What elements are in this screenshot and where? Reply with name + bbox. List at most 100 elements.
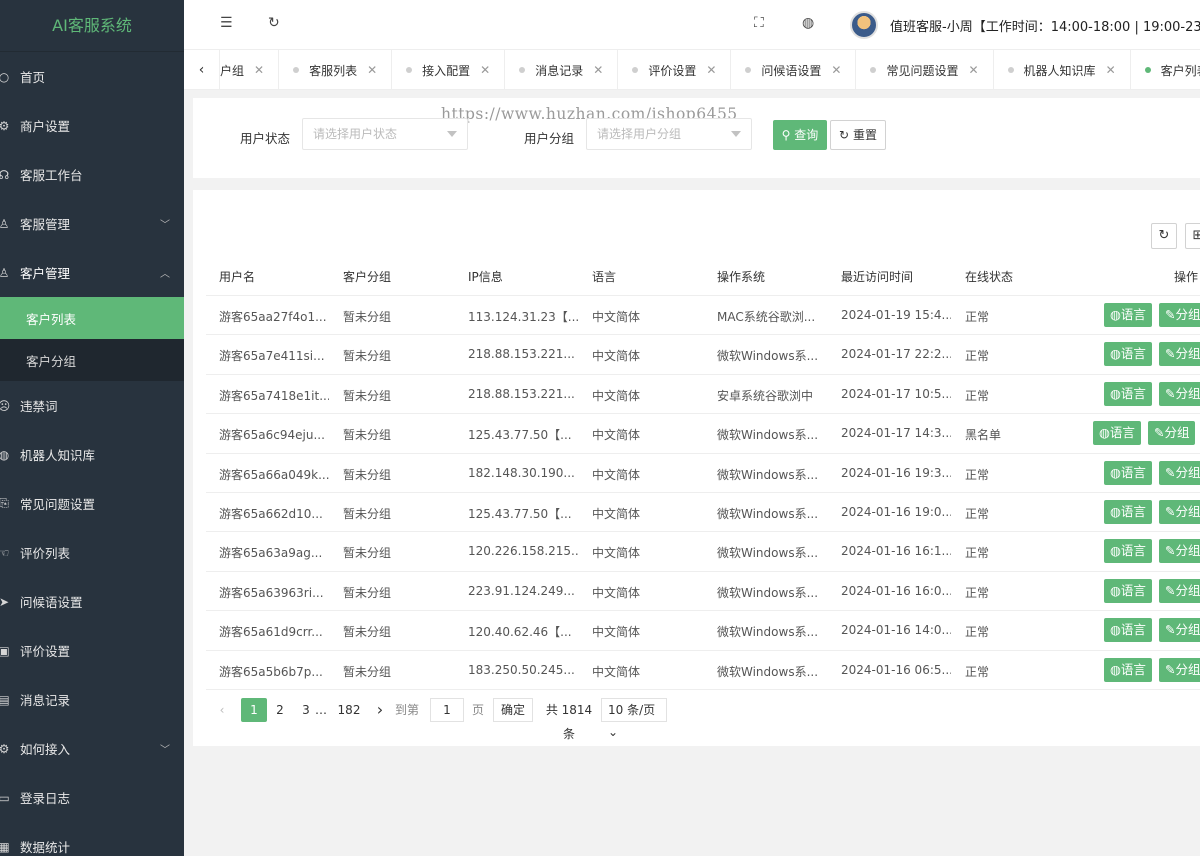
table-row[interactable]: 游客65a63a9ag... 暂未分组 120.226.158.215... 中文简体…: [206, 532, 1200, 572]
close-icon[interactable]: ✕: [367, 63, 377, 77]
group-button[interactable]: ✎分组: [1159, 342, 1200, 367]
group-button[interactable]: ✎分组: [1159, 500, 1200, 524]
sidebar-item-1[interactable]: ⚙ 商户设置: [0, 101, 184, 150]
pager-page-3[interactable]: 3: [298, 698, 314, 722]
table-row[interactable]: 游客65a662d10... 暂未分组 125.43.77.50【... 中文简体 微软…: [206, 493, 1200, 533]
sidebar-item-0[interactable]: ○ 首页: [0, 52, 184, 101]
pager-goto-input[interactable]: 1: [430, 698, 464, 722]
sidebar-item-17[interactable]: ⚙ 如何接入 ﹀: [0, 724, 184, 773]
pager-page-2[interactable]: 2: [272, 698, 288, 722]
sidebar-item-11[interactable]: ◍ 机器人知识库: [0, 430, 184, 479]
group-button[interactable]: ✎分组: [1159, 578, 1200, 603]
cell-ip: 113.124.31.23【...: [468, 310, 578, 324]
sidebar-item-2[interactable]: ☊ 客服工作台: [0, 150, 184, 199]
column-header-5: 最近访问时间: [841, 270, 914, 284]
sidebar-item-18[interactable]: ▭ 登录日志: [0, 773, 184, 822]
table-row[interactable]: 游客65a7418e1it... 暂未分组 218.88.153.221... 中文简…: [206, 375, 1200, 415]
cell-ip: 218.88.153.221...: [468, 386, 575, 401]
globe-icon[interactable]: ◍: [802, 15, 814, 31]
language-button[interactable]: ◍语言: [1104, 578, 1152, 603]
sidebar-item-4[interactable]: ♙ 客户管理 ︿: [0, 248, 184, 297]
sidebar-subitem-0[interactable]: 客户列表: [0, 297, 184, 339]
tab-0[interactable]: 户组 ✕: [220, 50, 280, 89]
tab-1[interactable]: 客服列表 ✕: [279, 50, 393, 89]
language-button[interactable]: ◍语言: [1104, 342, 1152, 367]
chevron-icon: ﹀: [160, 220, 170, 231]
language-button[interactable]: ◍语言: [1104, 657, 1152, 682]
cell-status: 黑名单: [965, 428, 1002, 443]
fullscreen-icon[interactable]: ⛶: [754, 15, 764, 31]
pager-page-1[interactable]: 1: [241, 698, 267, 722]
language-button[interactable]: ◍语言: [1104, 303, 1152, 327]
language-button[interactable]: ◍语言: [1104, 381, 1152, 406]
table-row[interactable]: 游客65a66a049k... 暂未分组 182.148.30.190... 中文简体…: [206, 454, 1200, 493]
pager-next-icon[interactable]: ›: [372, 698, 388, 722]
group-button[interactable]: ✎分组: [1159, 303, 1200, 327]
menu-icon: ☹: [0, 398, 11, 413]
table-row[interactable]: 游客65aa27f4o1... 暂未分组 113.124.31.23【... 中文简体…: [206, 296, 1200, 336]
sidebar-item-14[interactable]: ➤ 问候语设置: [0, 577, 184, 626]
user-status-select[interactable]: 请选择用户状态: [302, 118, 468, 150]
user-info[interactable]: 值班客服-小周【工作时间：14:00-18:00 | 19:00-23:00】: [890, 16, 1200, 35]
table-row[interactable]: 游客65a61d9crr... 暂未分组 120.40.62.46【... 中文简体 微…: [206, 611, 1200, 651]
table-row[interactable]: 游客65a63963ri... 暂未分组 223.91.124.249... 中文简体…: [206, 572, 1200, 612]
pager-page-last[interactable]: 182: [334, 698, 364, 722]
sidebar-item-13[interactable]: ☜ 评价列表: [0, 528, 184, 577]
pager-prev-icon[interactable]: ‹: [214, 698, 230, 722]
tab-prev-icon[interactable]: ‹: [184, 50, 220, 89]
table-row[interactable]: 游客65a7e411si... 暂未分组 218.88.153.221... 中文简体…: [206, 335, 1200, 375]
pager-per-page-select[interactable]: 10 条/页 ⌄: [601, 698, 667, 739]
reset-button[interactable]: ↻ 重置: [830, 120, 886, 150]
query-button[interactable]: ⚲ 查询: [773, 120, 827, 150]
sidebar-item-15[interactable]: ▣ 评价设置: [0, 626, 184, 675]
sidebar-item-label: 登录日志: [20, 791, 71, 806]
tab-7[interactable]: 机器人知识库 ✕: [994, 50, 1131, 89]
language-button[interactable]: ◍语言: [1104, 500, 1152, 524]
tab-5[interactable]: 问候语设置 ✕: [731, 50, 857, 89]
close-icon[interactable]: ✕: [831, 63, 841, 77]
cell-os: 微软Windows系...: [717, 467, 819, 482]
sidebar-item-label: 评价列表: [20, 546, 71, 561]
refresh-icon[interactable]: ↻: [268, 15, 280, 31]
language-button[interactable]: ◍语言: [1093, 421, 1141, 446]
close-icon[interactable]: ✕: [706, 63, 716, 77]
sidebar-item-3[interactable]: ♙ 客服管理 ﹀: [0, 199, 184, 248]
tab-2[interactable]: 接入配置 ✕: [392, 50, 506, 89]
cell-os: 微软Windows系...: [717, 546, 819, 561]
sidebar-item-label: 数据统计: [20, 840, 71, 855]
tab-8[interactable]: 客户列表: [1131, 50, 1200, 89]
sidebar-subitem-1[interactable]: 客户分组: [0, 339, 184, 381]
close-icon[interactable]: ✕: [1106, 63, 1116, 77]
group-button[interactable]: ✎分组: [1159, 657, 1200, 682]
tab-dot-icon: [1007, 67, 1014, 73]
table-refresh-icon[interactable]: ↻: [1151, 223, 1177, 249]
close-icon[interactable]: ✕: [254, 63, 264, 77]
avatar[interactable]: [850, 11, 878, 39]
table-columns-icon[interactable]: ⊞: [1185, 223, 1200, 249]
sidebar-item-19[interactable]: ▦ 数据统计: [0, 822, 184, 856]
menu-toggle-icon[interactable]: ☰: [220, 15, 233, 31]
close-icon[interactable]: ✕: [593, 63, 603, 77]
pager-confirm-button[interactable]: 确定: [493, 698, 533, 722]
sidebar-item-10[interactable]: ☹ 违禁词: [0, 381, 184, 430]
close-icon[interactable]: ✕: [480, 63, 490, 77]
tab-6[interactable]: 常见问题设置 ✕: [856, 50, 994, 89]
cell-name: 游客65a7e411si...: [219, 349, 325, 364]
group-button[interactable]: ✎分组: [1148, 421, 1196, 446]
group-button[interactable]: ✎分组: [1159, 460, 1200, 485]
sidebar-item-12[interactable]: ⎘ 常见问题设置: [0, 479, 184, 528]
tab-3[interactable]: 消息记录 ✕: [505, 50, 619, 89]
table-row[interactable]: 游客65a5b6b7p... 暂未分组 183.250.50.245... 中文简体 微…: [206, 651, 1200, 690]
language-button[interactable]: ◍语言: [1104, 460, 1152, 485]
group-button[interactable]: ✎分组: [1159, 381, 1200, 406]
sidebar-item-16[interactable]: ▤ 消息记录: [0, 675, 184, 724]
group-button[interactable]: ✎分组: [1159, 618, 1200, 643]
language-button[interactable]: ◍语言: [1104, 539, 1152, 564]
user-group-select[interactable]: 请选择用户分组: [586, 118, 752, 150]
close-icon[interactable]: ✕: [968, 63, 978, 77]
table-row[interactable]: 游客65a6c94eju... 暂未分组 125.43.77.50【... 中文简体 微…: [206, 414, 1200, 454]
group-button[interactable]: ✎分组: [1159, 539, 1200, 564]
tab-4[interactable]: 评价设置 ✕: [618, 50, 732, 89]
tab-dot-icon: [745, 67, 752, 73]
language-button[interactable]: ◍语言: [1104, 618, 1152, 643]
